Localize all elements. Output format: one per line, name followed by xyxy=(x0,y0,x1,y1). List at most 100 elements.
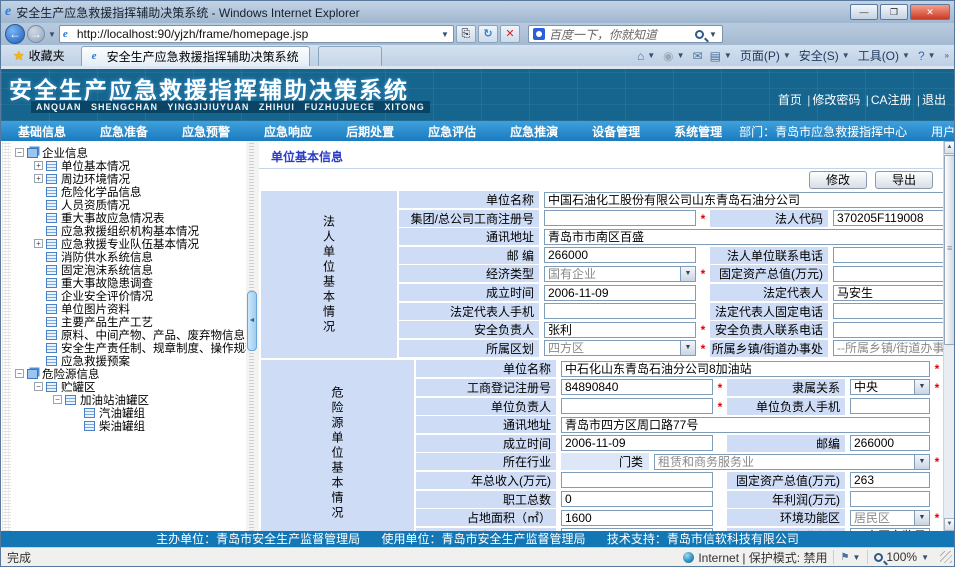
header-link-0[interactable]: 首页 xyxy=(778,93,802,107)
expand-icon[interactable]: + xyxy=(34,161,43,170)
form-input[interactable] xyxy=(561,472,713,488)
menu-item-1[interactable]: 应急准备 xyxy=(83,123,165,140)
tree-item[interactable]: 危险化学品信息 xyxy=(15,185,246,198)
address-bar[interactable]: e http://localhost:90/yjzh/frame/homepag… xyxy=(59,25,454,43)
back-button[interactable]: ← xyxy=(5,24,25,44)
form-select[interactable]: --所属乡镇/街道办事处--▼ xyxy=(833,340,943,356)
protected-mode-button[interactable]: ⚑▼ xyxy=(840,552,861,563)
chevron-down-icon[interactable]: ▼ xyxy=(914,380,929,394)
forward-button[interactable]: → xyxy=(27,25,45,43)
tree-item[interactable]: −危险源信息 xyxy=(15,367,246,380)
search-magnifier-icon[interactable] xyxy=(695,30,704,39)
tools-menu[interactable]: 工具(O)▼ xyxy=(858,47,911,64)
form-input[interactable]: 0 xyxy=(561,491,713,507)
address-url[interactable]: http://localhost:90/yjzh/frame/homepage.… xyxy=(77,27,436,41)
form-input[interactable]: 中国石油化工股份有限公司山东青岛石油分公司 xyxy=(544,192,943,208)
page-menu[interactable]: 页面(P)▼ xyxy=(740,47,792,64)
expand-icon[interactable]: + xyxy=(34,174,43,183)
scroll-up-icon[interactable]: ▲ xyxy=(944,141,954,154)
history-dropdown-icon[interactable]: ▼ xyxy=(47,30,57,39)
form-input[interactable]: 2006-11-09 xyxy=(544,285,696,301)
home-button[interactable]: ⌂▼ xyxy=(637,49,656,63)
active-tab[interactable]: e 安全生产应急救援指挥辅助决策系统 xyxy=(81,46,310,66)
collapse-icon[interactable]: − xyxy=(15,369,24,378)
chevron-down-icon[interactable]: ▼ xyxy=(914,511,929,525)
tree-item[interactable]: −企业信息 xyxy=(15,146,246,159)
form-select[interactable]: 四方区▼ xyxy=(544,340,696,356)
form-select[interactable]: 中央▼ xyxy=(850,379,930,395)
menu-item-4[interactable]: 后期处置 xyxy=(329,123,411,140)
chevron-down-icon[interactable]: ▼ xyxy=(914,455,929,469)
collapse-icon[interactable]: − xyxy=(34,382,43,391)
form-input[interactable] xyxy=(833,247,943,263)
zoom-dropdown-icon[interactable]: ▼ xyxy=(920,553,930,562)
menu-item-8[interactable]: 系统管理 xyxy=(657,123,739,140)
stop-button[interactable]: ✕ xyxy=(500,25,520,43)
tree-item[interactable]: 柴油罐组 xyxy=(15,419,246,432)
form-input[interactable]: 青岛市市南区百盛 xyxy=(544,229,943,245)
content-scrollbar[interactable]: ▲ ▼ xyxy=(943,141,954,531)
form-input[interactable]: 266000 xyxy=(544,247,696,263)
maximize-button[interactable]: ❐ xyxy=(880,4,908,20)
tree-item[interactable]: +单位基本情况 xyxy=(15,159,246,172)
export-button[interactable]: 导出 xyxy=(875,171,933,189)
form-input[interactable] xyxy=(833,322,943,338)
form-input[interactable]: 266000 xyxy=(850,435,930,451)
refresh-button[interactable]: ↻ xyxy=(478,25,498,43)
scrollbar-thumb[interactable] xyxy=(944,155,954,345)
form-select[interactable]: 国有企业▼ xyxy=(544,266,696,282)
mail-button[interactable]: ✉ xyxy=(693,49,703,63)
form-input[interactable] xyxy=(544,210,696,226)
tree-item-label[interactable]: 柴油罐组 xyxy=(99,418,145,434)
feeds-button[interactable]: ◉▼ xyxy=(663,49,685,63)
form-input[interactable] xyxy=(833,303,943,319)
tree-item[interactable]: 安全生产责任制、规章制度、操作规程信息 xyxy=(15,341,246,354)
chevron-down-icon[interactable]: ▼ xyxy=(680,341,695,355)
tree-item[interactable]: 应急救援预案 xyxy=(15,354,246,367)
favorites-button[interactable]: ★ 收藏夹 xyxy=(5,46,73,65)
form-input[interactable]: 马安生 xyxy=(833,285,943,301)
menu-item-3[interactable]: 应急响应 xyxy=(247,123,329,140)
splitter-collapse-handle[interactable]: ◄ xyxy=(247,291,257,351)
collapse-icon[interactable]: − xyxy=(15,148,24,157)
compatibility-view-button[interactable]: ⎘ xyxy=(456,25,476,43)
safety-menu[interactable]: 安全(S)▼ xyxy=(799,47,851,64)
collapse-icon[interactable]: − xyxy=(53,395,62,404)
form-input[interactable]: 张利 xyxy=(544,322,696,338)
form-input[interactable]: 青岛市四方区周口路77号 xyxy=(561,417,930,433)
header-link-3[interactable]: 退出 xyxy=(922,93,946,107)
form-select[interactable]: 居民区▼ xyxy=(850,510,930,526)
panel-splitter[interactable]: ◄ xyxy=(246,141,259,531)
menu-item-0[interactable]: 基础信息 xyxy=(1,123,83,140)
form-input[interactable]: 84890840 xyxy=(561,379,713,395)
modify-button[interactable]: 修改 xyxy=(809,171,867,189)
zoom-control[interactable]: 100% ▼ xyxy=(874,550,940,564)
form-input[interactable]: 370205F119008 xyxy=(833,210,943,226)
resize-grip[interactable] xyxy=(940,551,952,563)
expand-icon[interactable]: + xyxy=(34,239,43,248)
form-input[interactable] xyxy=(833,266,943,282)
menu-item-6[interactable]: 应急推演 xyxy=(493,123,575,140)
menu-item-2[interactable]: 应急预警 xyxy=(165,123,247,140)
header-link-1[interactable]: 修改密码 xyxy=(812,93,860,107)
form-input[interactable] xyxy=(544,303,696,319)
help-menu[interactable]: ?▼ xyxy=(918,49,937,63)
address-dropdown-icon[interactable]: ▼ xyxy=(440,30,450,39)
scroll-down-icon[interactable]: ▼ xyxy=(944,518,954,531)
form-input[interactable] xyxy=(561,398,713,414)
form-input[interactable] xyxy=(850,398,930,414)
form-input[interactable]: 2006-11-09 xyxy=(561,435,713,451)
chevron-more-icon[interactable]: » xyxy=(944,51,950,60)
form-input[interactable]: 263 xyxy=(850,472,930,488)
form-input[interactable]: 中石化山东青岛石油分公司8加油站 xyxy=(561,361,930,377)
search-box[interactable]: 百度一下，你就知道 ▼ xyxy=(528,25,723,43)
menu-item-7[interactable]: 设备管理 xyxy=(575,123,657,140)
close-button[interactable]: ✕ xyxy=(910,4,950,20)
minimize-button[interactable]: — xyxy=(850,4,878,20)
search-input[interactable]: 百度一下，你就知道 xyxy=(549,26,691,43)
form-input[interactable]: 1600 xyxy=(561,510,713,526)
search-dropdown-icon[interactable]: ▼ xyxy=(708,30,718,39)
menu-item-5[interactable]: 应急评估 xyxy=(411,123,493,140)
header-link-2[interactable]: CA注册 xyxy=(871,93,912,107)
form-input[interactable] xyxy=(850,491,930,507)
